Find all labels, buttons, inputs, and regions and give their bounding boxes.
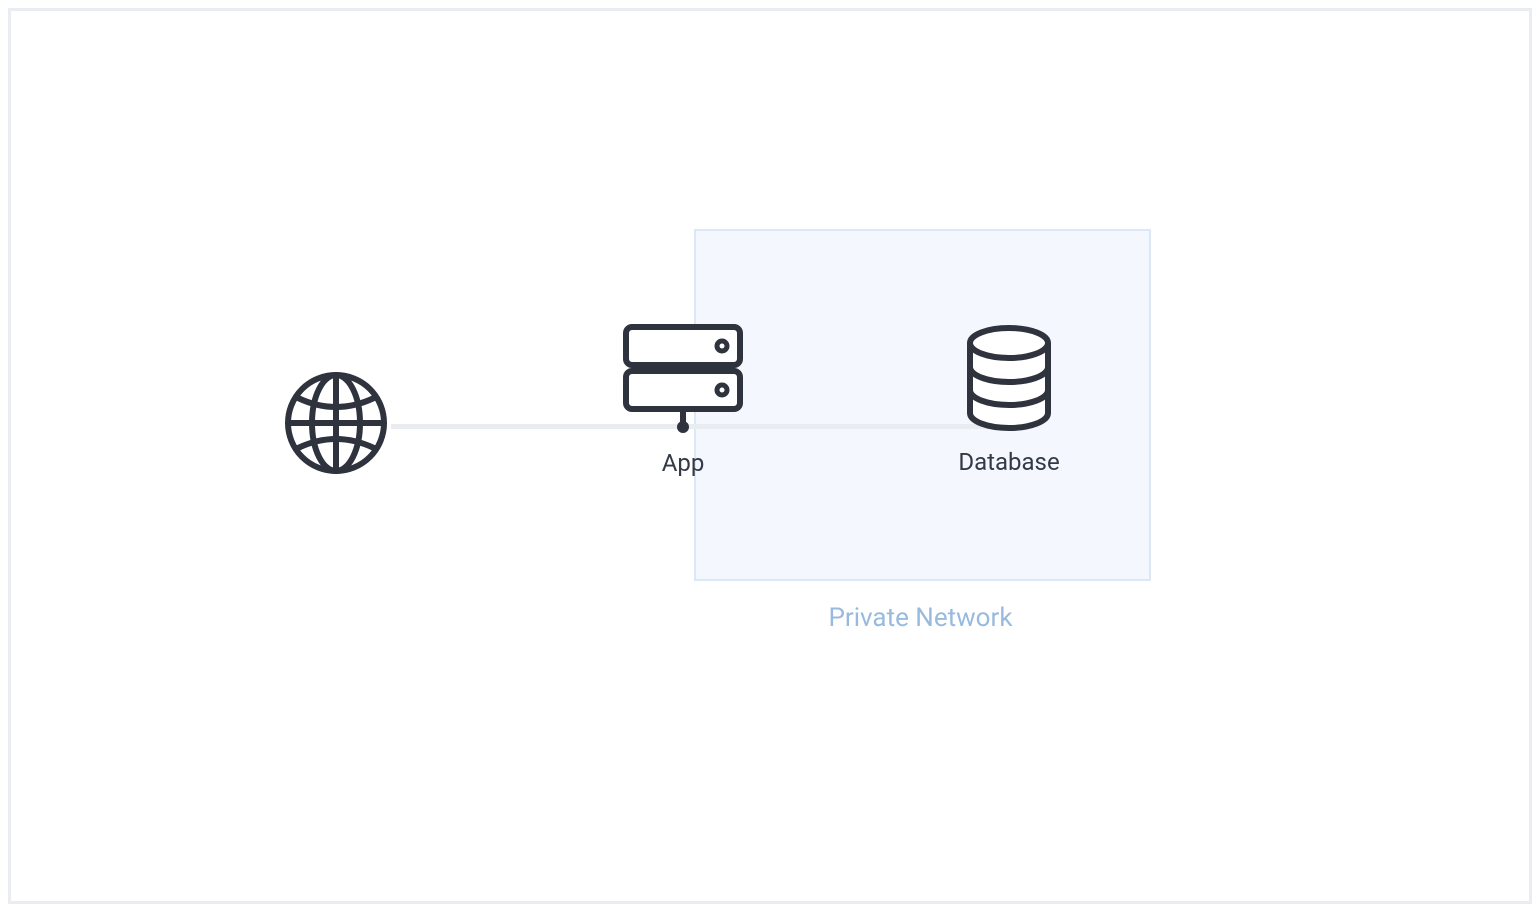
node-database: Database [939,323,1079,476]
diagram-frame: Private Network [8,8,1532,904]
node-app: App [613,319,753,477]
database-icon [939,323,1079,438]
diagram-canvas: Private Network [11,11,1529,901]
node-internet [266,368,406,478]
node-app-label: App [613,449,753,477]
private-network-zone [694,229,1151,581]
server-icon [613,319,753,439]
globe-icon [266,368,406,478]
node-database-label: Database [939,448,1079,476]
private-network-label: Private Network [694,603,1147,633]
